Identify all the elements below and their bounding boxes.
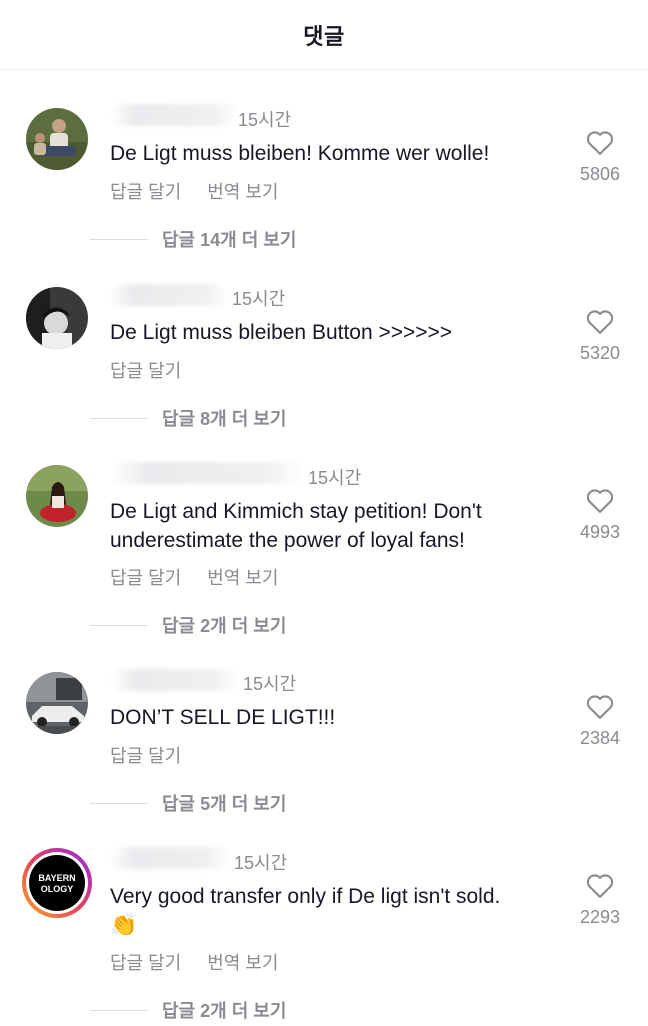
username-blurred[interactable] bbox=[110, 669, 238, 691]
svg-text:BAYERN: BAYERN bbox=[38, 873, 75, 883]
like-count: 4993 bbox=[579, 522, 621, 542]
heart-outline-icon[interactable] bbox=[585, 692, 615, 720]
view-replies-button[interactable]: 답글 2개 더 보기 bbox=[90, 997, 286, 1023]
view-replies-button[interactable]: 답글 14개 더 보기 bbox=[90, 226, 296, 252]
comment-text: De Ligt and Kimmich stay petition! Don't… bbox=[110, 500, 482, 552]
view-replies-label: 답글 8개 더 보기 bbox=[162, 409, 287, 429]
reply-button[interactable]: 답글 달기 bbox=[110, 949, 181, 975]
avatar[interactable] bbox=[26, 465, 88, 527]
comment-text: De Ligt muss bleiben Button >>>>>> bbox=[110, 321, 453, 344]
view-replies-button[interactable]: 답글 5개 더 보기 bbox=[90, 790, 286, 816]
divider-line bbox=[90, 417, 148, 419]
comment-time: 15시간 bbox=[232, 289, 286, 309]
comment-time: 15시간 bbox=[238, 110, 292, 130]
comment-text-body: Very good transfer only if De ligt isn't… bbox=[110, 885, 501, 908]
view-replies-label: 답글 14개 더 보기 bbox=[162, 230, 297, 250]
translate-button[interactable]: 번역 보기 bbox=[207, 949, 278, 975]
view-replies-label: 답글 2개 더 보기 bbox=[162, 616, 287, 636]
view-replies-label: 답글 2개 더 보기 bbox=[162, 1001, 287, 1021]
comments-header: 댓글 bbox=[0, 0, 648, 70]
comment-text: DON’T SELL DE LIGT!!! bbox=[110, 706, 336, 729]
comment-text: Very good transfer only if De ligt isn't… bbox=[110, 882, 555, 940]
translate-button[interactable]: 번역 보기 bbox=[207, 564, 278, 590]
divider-line bbox=[90, 624, 148, 626]
username-blurred[interactable] bbox=[110, 284, 228, 306]
heart-outline-icon[interactable] bbox=[585, 307, 615, 335]
username-blurred[interactable] bbox=[110, 104, 238, 126]
comment-time: 15시간 bbox=[243, 674, 297, 694]
like-count: 5806 bbox=[579, 164, 621, 184]
reply-button[interactable]: 답글 달기 bbox=[110, 742, 181, 768]
view-replies-button[interactable]: 답글 2개 더 보기 bbox=[90, 612, 286, 638]
divider-line bbox=[90, 802, 148, 804]
heart-outline-icon[interactable] bbox=[585, 128, 615, 156]
like-count: 2293 bbox=[579, 907, 621, 927]
svg-text:OLOGY: OLOGY bbox=[41, 884, 74, 894]
heart-outline-icon[interactable] bbox=[585, 871, 615, 899]
translate-button[interactable]: 번역 보기 bbox=[207, 178, 278, 204]
avatar[interactable]: BAYERN OLOGY bbox=[20, 846, 94, 920]
page-title: 댓글 bbox=[303, 23, 345, 49]
divider-line bbox=[90, 238, 148, 240]
reply-button[interactable]: 답글 달기 bbox=[110, 564, 181, 590]
clapping-hands-icon: 👏 bbox=[110, 912, 138, 937]
reply-button[interactable]: 답글 달기 bbox=[110, 178, 181, 204]
avatar[interactable] bbox=[26, 672, 88, 734]
username-blurred[interactable] bbox=[110, 847, 230, 869]
heart-outline-icon[interactable] bbox=[585, 486, 615, 514]
comment-time: 15시간 bbox=[234, 853, 288, 873]
username-blurred[interactable] bbox=[110, 462, 304, 484]
comment-time: 15시간 bbox=[308, 468, 362, 488]
reply-button[interactable]: 답글 달기 bbox=[110, 357, 181, 383]
view-replies-button[interactable]: 답글 8개 더 보기 bbox=[90, 405, 286, 431]
like-count: 5320 bbox=[579, 343, 621, 363]
view-replies-label: 답글 5개 더 보기 bbox=[162, 794, 287, 814]
divider-line bbox=[90, 1009, 148, 1011]
avatar[interactable] bbox=[26, 287, 88, 349]
avatar[interactable] bbox=[26, 108, 88, 170]
like-count: 2384 bbox=[579, 728, 621, 748]
comment-text: De Ligt muss bleiben! Komme wer wolle! bbox=[110, 142, 490, 165]
